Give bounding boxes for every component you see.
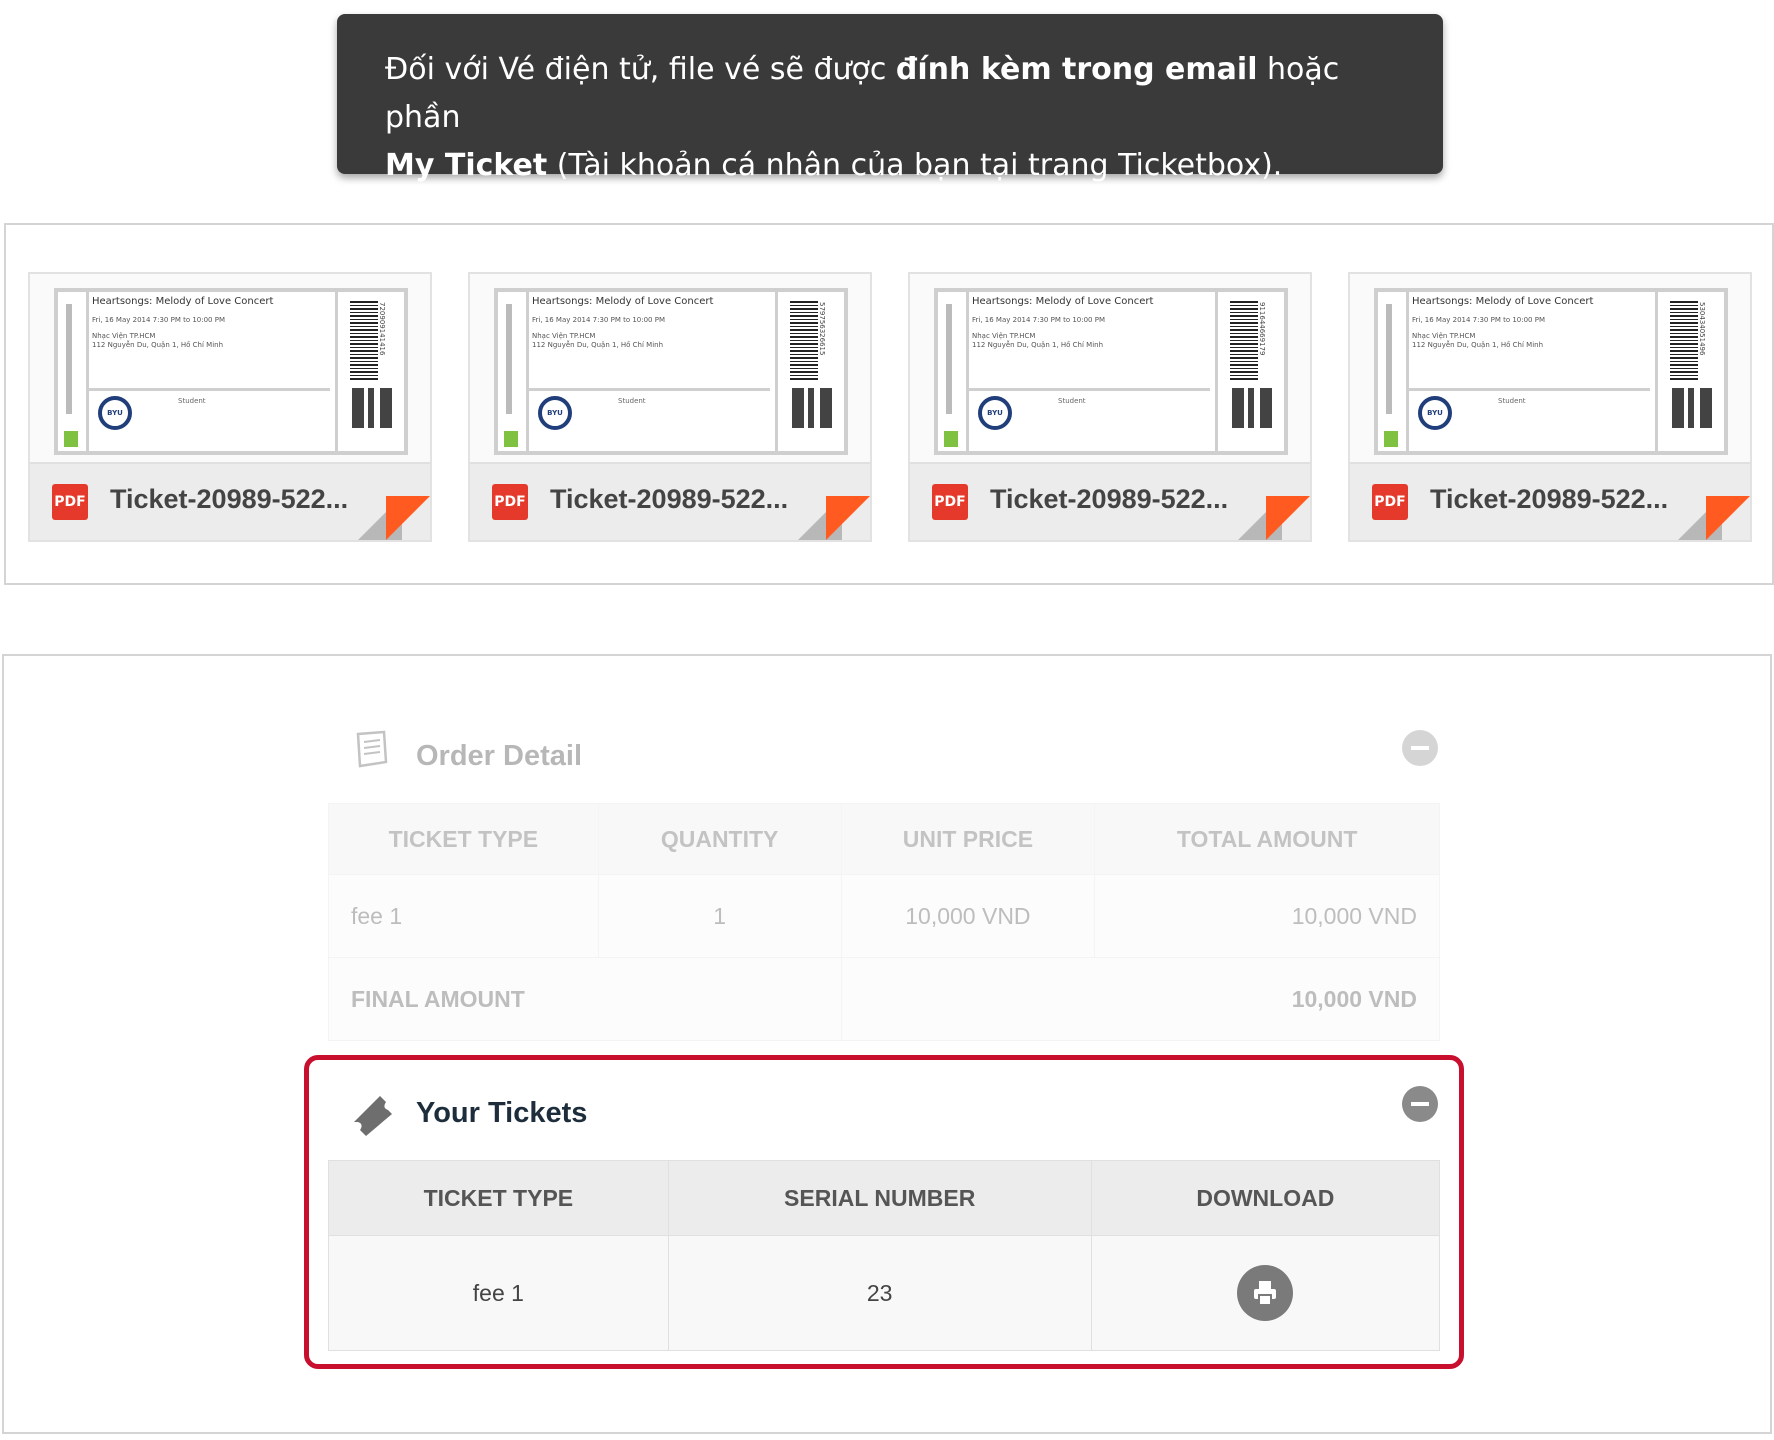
ticket-event: Heartsongs: Melody of Love Concert	[972, 296, 1154, 307]
col-serial-number: SERIAL NUMBER	[667, 1160, 1092, 1236]
ticket-date: Fri, 16 May 2014 7:30 PM to 10:00 PM	[1412, 316, 1545, 324]
qr-code-icon	[1232, 388, 1272, 428]
attachment-filename[interactable]: Ticket-20989-522...	[550, 484, 788, 515]
byu-logo: BYU	[1418, 396, 1452, 430]
banner-bold-2: My Ticket	[385, 148, 548, 183]
col-quantity: QUANTITY	[597, 803, 842, 875]
byu-logo: BYU	[538, 396, 572, 430]
pdf-icon: PDF	[1372, 484, 1408, 520]
ticket-preview: Heartsongs: Melody of Love Concert Fri, …	[54, 288, 408, 455]
cell-unit-price: 10,000 VND	[840, 874, 1096, 958]
ticket-venue: Nhạc Viện TP.HCM 112 Nguyễn Du, Quận 1, H…	[92, 332, 224, 349]
banner-bold-1: đính kèm trong email	[895, 52, 1258, 87]
attachment-card[interactable]: Heartsongs: Melody of Love Concert Fri, …	[908, 272, 1312, 542]
cell-quantity: 1	[597, 874, 842, 958]
ticket-preview: Heartsongs: Melody of Love Concert Fri, …	[494, 288, 848, 455]
page-curl-accent-icon	[826, 496, 870, 540]
attachments-panel: Heartsongs: Melody of Love Concert Fri, …	[4, 223, 1774, 585]
qr-code-icon	[1672, 388, 1712, 428]
printer-icon	[1254, 1281, 1277, 1306]
ticket-venue: Nhạc Viện TP.HCM 112 Nguyễn Du, Quận 1, H…	[972, 332, 1104, 349]
qr-code-icon	[352, 388, 392, 428]
collapse-your-tickets-icon[interactable]	[1402, 1086, 1438, 1122]
col-ticket-type: TICKET TYPE	[328, 1160, 669, 1236]
print-download-button[interactable]	[1237, 1265, 1294, 1321]
collapse-order-detail-icon[interactable]	[1402, 730, 1438, 766]
ticket-serial: 720909141416	[378, 302, 386, 356]
ticket-date: Fri, 16 May 2014 7:30 PM to 10:00 PM	[972, 316, 1105, 324]
col-total-amount: TOTAL AMOUNT	[1094, 803, 1440, 875]
ticket-date: Fri, 16 May 2014 7:30 PM to 10:00 PM	[92, 316, 225, 324]
pdf-icon: PDF	[932, 484, 968, 520]
ticket-kind: Student	[1498, 397, 1526, 405]
ticket-preview: Heartsongs: Melody of Love Concert Fri, …	[1374, 288, 1728, 455]
ticket-serial: 911644669179	[1258, 302, 1266, 356]
ticket-icon	[354, 1096, 392, 1136]
attachment-filename[interactable]: Ticket-20989-522...	[1430, 484, 1668, 515]
final-amount-value: 10,000 VND	[840, 957, 1441, 1041]
ticket-kind: Student	[178, 397, 206, 405]
ticket-serial: 579756326615	[818, 302, 826, 356]
ticket-event: Heartsongs: Melody of Love Concert	[92, 296, 274, 307]
page-curl-accent-icon	[1706, 496, 1750, 540]
ticket-venue: Nhạc Viện TP.HCM 112 Nguyễn Du, Quận 1, H…	[532, 332, 664, 349]
ticket-preview: Heartsongs: Melody of Love Concert Fri, …	[934, 288, 1288, 455]
ticket-kind: Student	[618, 397, 646, 405]
ticket-event: Heartsongs: Melody of Love Concert	[1412, 296, 1594, 307]
attachment-filename[interactable]: Ticket-20989-522...	[990, 484, 1228, 515]
byu-logo: BYU	[98, 396, 132, 430]
pdf-icon: PDF	[492, 484, 528, 520]
cell-total-amount: 10,000 VND	[1094, 874, 1440, 958]
attachment-card[interactable]: Heartsongs: Melody of Love Concert Fri, …	[1348, 272, 1752, 542]
order-detail-table: TICKET TYPE QUANTITY UNIT PRICE TOTAL AM…	[328, 803, 1441, 1041]
page-curl-accent-icon	[386, 496, 430, 540]
table-header-row: TICKET TYPE QUANTITY UNIT PRICE TOTAL AM…	[328, 803, 1440, 875]
cell-serial-number: 23	[667, 1235, 1092, 1351]
ticket-kind: Student	[1058, 397, 1086, 405]
cell-ticket-type: fee 1	[328, 874, 599, 958]
table-header-row: TICKET TYPE SERIAL NUMBER DOWNLOAD	[328, 1160, 1441, 1236]
col-ticket-type: TICKET TYPE	[328, 803, 599, 875]
table-row: fee 1 1 10,000 VND 10,000 VND	[328, 874, 1440, 958]
final-amount-row: FINAL AMOUNT 10,000 VND	[328, 957, 1441, 1041]
your-tickets-table: TICKET TYPE SERIAL NUMBER DOWNLOAD fee 1…	[328, 1160, 1441, 1351]
byu-logo: BYU	[978, 396, 1012, 430]
ticket-date: Fri, 16 May 2014 7:30 PM to 10:00 PM	[532, 316, 665, 324]
barcode-icon	[790, 300, 818, 380]
info-banner: Đối với Vé điện tử, file vé sẽ được đính…	[337, 14, 1443, 183]
receipt-icon	[356, 730, 388, 768]
attachment-filename[interactable]: Ticket-20989-522...	[110, 484, 348, 515]
your-tickets-title: Your Tickets	[416, 1097, 588, 1129]
ticket-venue: Nhạc Viện TP.HCM 112 Nguyễn Du, Quận 1, H…	[1412, 332, 1544, 349]
banner-text-1: Đối với Vé điện tử, file vé sẽ được	[385, 52, 896, 87]
order-detail-title: Order Detail	[416, 740, 582, 772]
barcode-icon	[1230, 300, 1258, 380]
barcode-icon	[350, 300, 378, 380]
cell-ticket-type: fee 1	[328, 1235, 669, 1351]
table-row: fee 1 23	[328, 1235, 1441, 1351]
banner-text-3: (Tài khoản cá nhân của bạn tại trang Tic…	[547, 148, 1283, 183]
attachment-card[interactable]: Heartsongs: Melody of Love Concert Fri, …	[468, 272, 872, 542]
ticket-event: Heartsongs: Melody of Love Concert	[532, 296, 714, 307]
attachment-card[interactable]: Heartsongs: Melody of Love Concert Fri, …	[28, 272, 432, 542]
pdf-icon: PDF	[52, 484, 88, 520]
ticket-serial: 530434051496	[1698, 302, 1706, 356]
col-unit-price: UNIT PRICE	[840, 803, 1096, 875]
barcode-icon	[1670, 300, 1698, 380]
qr-code-icon	[792, 388, 832, 428]
final-amount-label: FINAL AMOUNT	[328, 957, 842, 1041]
page-curl-accent-icon	[1266, 496, 1310, 540]
col-download: DOWNLOAD	[1090, 1160, 1441, 1236]
cell-download	[1090, 1235, 1441, 1351]
